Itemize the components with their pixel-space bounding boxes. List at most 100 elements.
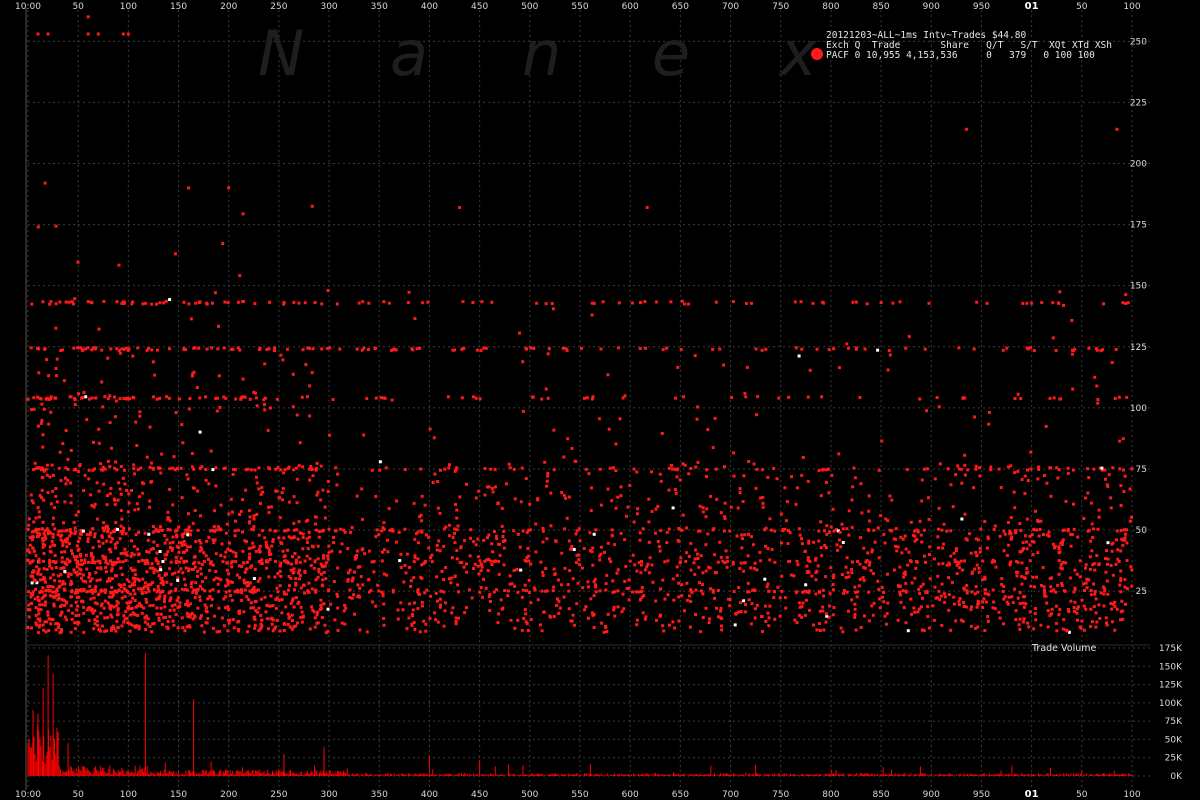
trade-dot [454, 622, 458, 626]
trade-dot [236, 620, 240, 624]
trade-dot [993, 524, 997, 528]
trade-dot [69, 549, 73, 553]
trade-dot [348, 596, 352, 599]
trade-dot [326, 554, 329, 558]
trade-dot [701, 506, 705, 510]
trade-dot [739, 561, 743, 565]
trade-dot [1130, 467, 1134, 471]
trade-dot [1002, 597, 1006, 601]
trade-dot [783, 596, 787, 600]
trade-dot [174, 411, 178, 415]
trade-dot [1121, 301, 1125, 305]
trade-dot [902, 575, 905, 579]
trade-dot [42, 567, 46, 571]
trade-dot [645, 206, 649, 209]
trade-dot [704, 569, 708, 573]
trade-dot [876, 526, 880, 530]
trade-dot [1007, 521, 1010, 524]
trade-dot [569, 547, 573, 551]
trade-dot [553, 572, 557, 576]
trade-dot [1084, 566, 1087, 570]
trade-dot [442, 590, 446, 594]
trade-dot [839, 626, 843, 630]
trade-dot [396, 608, 400, 612]
trade-dot [294, 558, 298, 562]
trade-dot [257, 533, 261, 537]
trade-dot [252, 514, 256, 518]
vol-tick-label: 175K [1159, 644, 1183, 654]
trade-dot [224, 531, 228, 535]
trade-dot [328, 433, 331, 437]
trade-dot [261, 529, 265, 533]
trade-dot [174, 561, 178, 565]
trade-dot [292, 300, 296, 304]
x-tick-label-top: 150 [170, 2, 187, 12]
trade-dot [305, 395, 309, 399]
trade-dot [110, 446, 113, 450]
trade-dot [168, 298, 172, 301]
trade-dot [502, 563, 506, 567]
trade-dot [137, 587, 140, 591]
trade-dot [1039, 584, 1043, 587]
trade-dot [570, 447, 574, 450]
trade-dot [241, 498, 245, 502]
trade-dot [258, 550, 262, 554]
trade-dot [165, 395, 168, 399]
trade-dot [363, 552, 367, 556]
trade-dot [803, 550, 807, 553]
trade-dot [308, 478, 312, 482]
trade-dot [529, 346, 533, 350]
trade-dot [1066, 471, 1070, 475]
trade-dot [866, 551, 870, 555]
x-tick-label-bottom: 01 [1025, 789, 1039, 800]
trade-dot [968, 532, 972, 536]
trade-dot [70, 590, 74, 594]
trade-dot [334, 466, 338, 470]
trade-dot [1042, 585, 1046, 589]
trade-dot [752, 462, 756, 466]
trade-dot [367, 348, 370, 351]
trade-dot [658, 549, 662, 553]
trade-dot [657, 545, 661, 549]
trade-dot [241, 212, 245, 216]
trade-dot [697, 565, 701, 569]
trade-dot [120, 532, 124, 536]
trade-dot [728, 597, 732, 601]
trade-dot [1058, 607, 1062, 611]
trade-dot [1022, 605, 1026, 609]
trade-dot [707, 621, 711, 625]
trade-dot [260, 618, 264, 622]
trade-dot [64, 482, 68, 486]
trade-dot [230, 510, 234, 514]
trade-dot [1019, 529, 1023, 532]
trade-dot [45, 358, 49, 362]
trade-dot [102, 606, 106, 610]
trade-dot [854, 300, 858, 304]
trade-dot [489, 467, 493, 471]
trade-dot [705, 507, 709, 511]
trade-dot [1106, 557, 1110, 561]
trade-dot [835, 543, 839, 547]
trade-dot [76, 540, 80, 544]
trade-dot [277, 598, 281, 602]
trade-dot [1025, 540, 1029, 544]
trade-dot [248, 515, 252, 519]
trade-dot [589, 597, 593, 601]
trade-dot [28, 543, 32, 547]
trade-dot [591, 613, 595, 617]
trade-dot [1072, 590, 1076, 594]
trade-dot [180, 533, 184, 537]
trade-dot [832, 606, 836, 609]
trade-dot [101, 624, 104, 628]
trade-dot [1125, 587, 1129, 591]
trade-dot [1057, 468, 1061, 472]
trade-dot [116, 557, 120, 561]
trade-dot [438, 597, 442, 601]
trade-dot [460, 396, 464, 400]
trade-dot [263, 408, 267, 412]
trade-dot [1025, 567, 1029, 570]
trade-dot [127, 527, 131, 531]
trade-dot [1025, 517, 1029, 521]
trade-dot [310, 587, 314, 591]
trade-dot [587, 472, 591, 476]
